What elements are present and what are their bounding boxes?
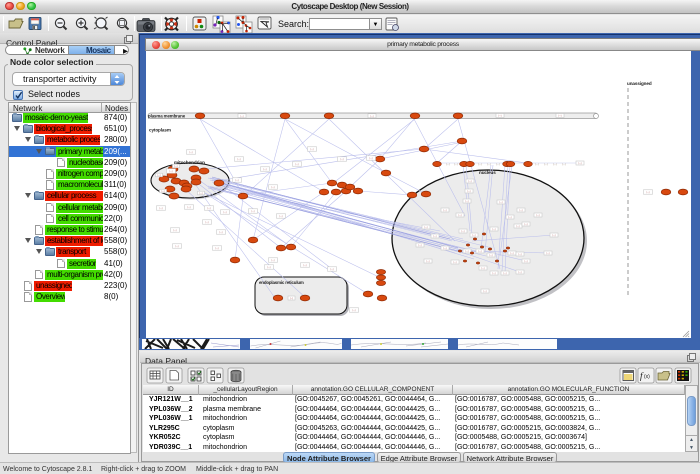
svg-text:(--): (--) [516,225,519,228]
svg-text:(-,-): (-,-) [487,162,491,166]
svg-text:(--): (--) [290,297,293,300]
svg-text:(--): (--) [251,210,254,213]
svg-text:(--): (--) [263,168,266,171]
svg-text:(--): (--) [443,209,446,212]
svg-text:(--): (--) [219,231,222,234]
svg-text:(x): (x) [644,374,650,380]
svg-text:plasma membrane: plasma membrane [148,113,186,118]
svg-text:nucleus: nucleus [479,170,496,175]
svg-text:(--): (--) [169,170,172,173]
svg-text:(--): (--) [418,244,421,247]
svg-text:(--): (--) [465,250,468,253]
svg-text:(--): (--) [173,229,176,232]
svg-text:(--): (--) [223,211,226,214]
svg-text:(--): (--) [295,163,298,166]
svg-text:(--): (--) [279,215,282,218]
svg-text:(--): (--) [483,290,486,293]
svg-text:(--): (--) [340,158,343,161]
svg-text:(--): (--) [646,191,649,194]
svg-text:Search:: Search: [278,19,309,29]
svg-text:(--): (--) [159,207,162,210]
svg-text:(--): (--) [510,252,513,255]
svg-text:(-,-): (-,-) [478,162,482,166]
svg-text:(--): (--) [558,115,561,118]
svg-text:(--): (--) [468,180,471,183]
svg-text:(-,-): (-,-) [553,162,557,166]
svg-text:(--): (--) [518,271,521,274]
svg-text:(-,-): (-,-) [446,162,450,166]
svg-text:(-,-): (-,-) [454,162,458,166]
svg-text:(--): (--) [546,252,549,255]
svg-text:(--): (--) [519,209,522,212]
svg-text:(--): (--) [524,223,527,226]
svg-text:(--): (--) [330,268,333,271]
svg-text:(--): (--) [492,272,495,275]
svg-text:(--): (--) [271,259,274,262]
svg-text:(--): (--) [161,190,164,193]
svg-text:(--): (--) [489,254,492,257]
svg-text:(--): (--) [267,266,270,269]
svg-text:(--): (--) [433,235,436,238]
svg-text:(--): (--) [492,228,495,231]
svg-text:(--): (--) [205,221,208,224]
svg-text:(--): (--) [207,207,210,210]
svg-text:(--): (--) [508,216,511,219]
svg-text:(--): (--) [215,247,218,250]
svg-text:(--): (--) [503,272,506,275]
svg-text:(--): (--) [458,214,461,217]
svg-text:(--): (--) [157,174,160,177]
svg-text:(--): (--) [237,158,240,161]
svg-text:(--): (--) [478,250,481,253]
svg-text:(--): (--) [552,234,555,237]
svg-text:(--): (--) [352,309,355,312]
svg-text:(--): (--) [189,151,192,154]
svg-text:(--): (--) [271,186,274,189]
svg-text:(--): (--) [369,157,372,160]
svg-text:(--): (--) [536,214,539,217]
svg-text:(--): (--) [467,190,470,193]
svg-text:(--): (--) [199,192,202,195]
svg-text:(--): (--) [310,148,313,151]
svg-text:(--): (--) [370,115,373,118]
svg-text:(--): (--) [578,162,581,165]
svg-text:(--): (--) [453,261,456,264]
svg-text:(--): (--) [461,230,464,233]
svg-text:(--): (--) [465,200,468,203]
svg-text:endoplasmic reticulum: endoplasmic reticulum [259,280,304,285]
svg-text:(--): (--) [175,245,178,248]
svg-text:(--): (--) [481,267,484,270]
svg-text:(--): (--) [235,179,238,182]
svg-text:(-,-): (-,-) [496,162,500,166]
svg-text:cytoplasm: cytoplasm [149,128,171,133]
svg-text:(--): (--) [518,253,521,256]
svg-text:(--): (--) [443,247,446,250]
svg-text:(--): (--) [472,234,475,237]
svg-text:(--): (--) [174,165,177,168]
svg-text:unassigned: unassigned [627,81,652,86]
svg-text:(--): (--) [303,264,306,267]
svg-text:(--): (--) [187,206,190,209]
svg-text:(--): (--) [424,226,427,229]
svg-text:(--): (--) [524,260,527,263]
svg-text:(--): (--) [240,115,243,118]
svg-text:(-,-): (-,-) [562,162,566,166]
svg-text:(--): (--) [426,260,429,263]
svg-text:(-,-): (-,-) [535,162,539,166]
svg-text:(-,-): (-,-) [544,162,548,166]
svg-text:(--): (--) [499,201,502,204]
svg-text:(--): (--) [498,115,501,118]
